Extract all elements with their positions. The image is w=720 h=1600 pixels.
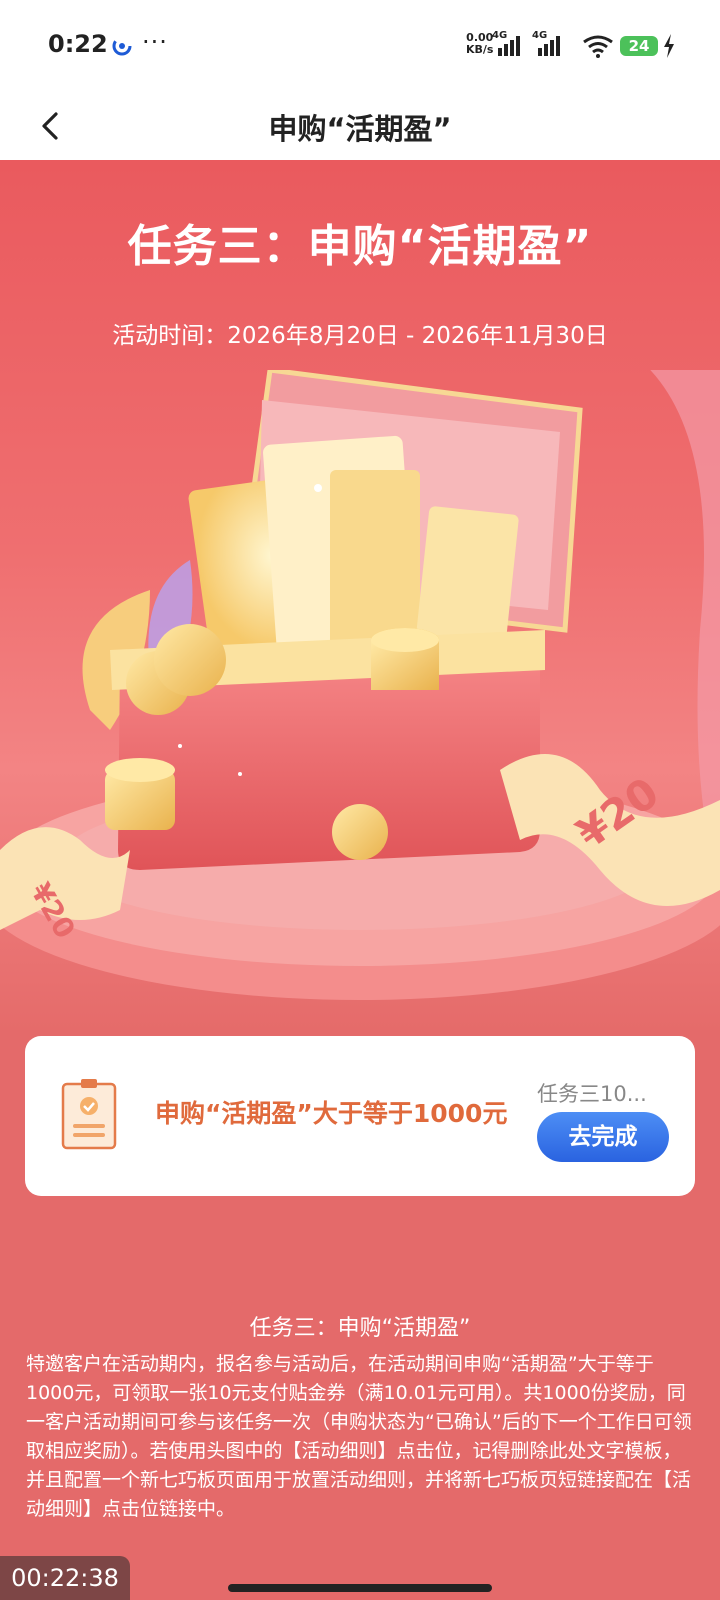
go-complete-button[interactable]: 去完成: [537, 1112, 669, 1162]
status-bar: 0:22 ··· 0.00 KB/s 4G 4G 24: [0, 0, 720, 92]
home-indicator[interactable]: [228, 1584, 492, 1592]
rules-body: 特邀客户在活动期内，报名参与活动后，在活动期间申购“活期盈”大于等于1000元，…: [26, 1353, 692, 1520]
screen-recording-timer: 00:22:38: [0, 1556, 130, 1600]
status-time: 0:22: [48, 30, 108, 58]
task-card: 申购“活期盈”大于等于1000元 任务三10... 去完成: [25, 1036, 695, 1196]
nav-bar: 申购“活期盈”: [0, 92, 720, 160]
task-tag: 任务三10...: [537, 1082, 647, 1106]
task-description: 申购“活期盈”大于等于1000元: [155, 1099, 508, 1128]
app-notification-icon: [112, 36, 132, 56]
wifi-icon: [583, 35, 613, 58]
rules-title: 任务三：申购“活期盈”: [249, 1316, 471, 1341]
charging-icon: [664, 34, 674, 58]
page-title: 申购“活期盈”: [268, 112, 452, 146]
clipboard-icon: [61, 1079, 117, 1150]
treasure-box-illustration: ¥20 ¥20: [0, 370, 720, 1000]
signal-icon: 4G: [492, 30, 522, 58]
hero-title: 任务三：申购“活期盈”: [127, 221, 593, 272]
signal-icon-2: 4G: [532, 30, 562, 58]
status-more-icon: ···: [142, 28, 168, 56]
battery-indicator: 24: [620, 36, 658, 56]
hero-banner: ¥20 ¥20 任务三：申购“活期盈” 活动时间：2026年8月20日 - 20…: [0, 160, 720, 1030]
network-speed: 0.00 KB/s: [466, 31, 494, 56]
activity-period: 活动时间：2026年8月20日 - 2026年11月30日: [112, 323, 608, 349]
